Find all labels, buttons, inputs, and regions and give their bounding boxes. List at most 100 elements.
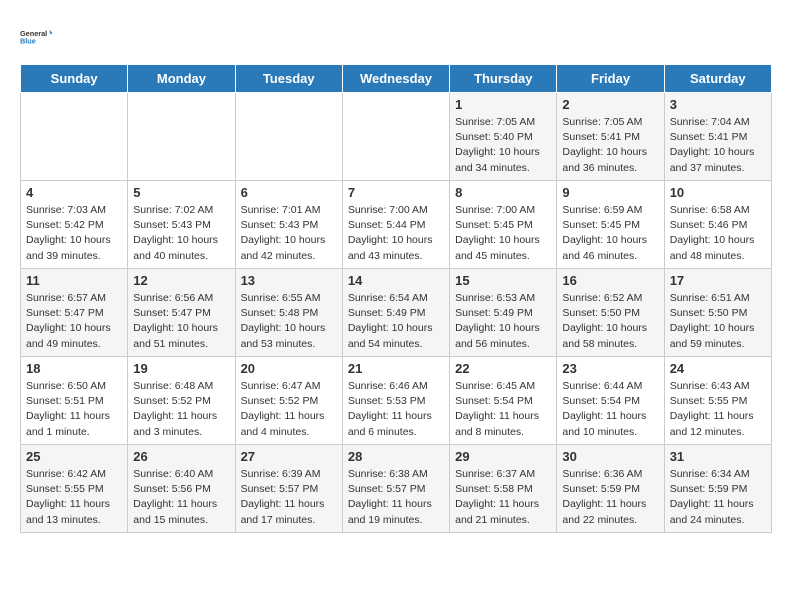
calendar-cell: 6Sunrise: 7:01 AM Sunset: 5:43 PM Daylig… [235,181,342,269]
calendar-header: SundayMondayTuesdayWednesdayThursdayFrid… [21,65,772,93]
day-info: Sunrise: 7:03 AM Sunset: 5:42 PM Dayligh… [26,203,122,264]
day-number: 13 [241,273,337,288]
day-info: Sunrise: 7:00 AM Sunset: 5:45 PM Dayligh… [455,203,551,264]
header-day: Saturday [664,65,771,93]
day-info: Sunrise: 6:36 AM Sunset: 5:59 PM Dayligh… [562,467,658,528]
day-info: Sunrise: 7:05 AM Sunset: 5:41 PM Dayligh… [562,115,658,176]
day-info: Sunrise: 7:05 AM Sunset: 5:40 PM Dayligh… [455,115,551,176]
calendar-cell: 12 Sunrise: 6:56 AM Sunset: 5:47 PM Dayli… [128,269,235,357]
day-number: 1 [455,97,551,112]
calendar-cell: 22 Sunrise: 6:45 AM Sunset: 5:54 PM Dayli… [450,357,557,445]
calendar-cell: 4 Sunrise: 7:03 AM Sunset: 5:42 PM Daylig… [21,181,128,269]
day-info: Sunrise: 7:04 AM Sunset: 5:41 PM Dayligh… [670,115,766,176]
calendar-cell: 9 Sunrise: 6:59 AM Sunset: 5:45 PM Daylig… [557,181,664,269]
day-number: 14 [348,273,444,288]
day-info: Sunrise: 6:47 AM Sunset: 5:52 PM Dayligh… [241,379,337,440]
calendar-cell: 25 Sunrise: 6:42 AM Sunset: 5:55 PM Dayli… [21,445,128,533]
day-info: Sunrise: 7:02 AM Sunset: 5:43 PM Dayligh… [133,203,229,264]
day-info: Sunrise: 6:39 AM Sunset: 5:57 PM Dayligh… [241,467,337,528]
day-number: 28 [348,449,444,464]
header-row: SundayMondayTuesdayWednesdayThursdayFrid… [21,65,772,93]
day-info: Sunrise: 6:54 AM Sunset: 5:49 PM Dayligh… [348,291,444,352]
header-day: Thursday [450,65,557,93]
calendar-cell: 3 Sunrise: 7:04 AM Sunset: 5:41 PM Daylig… [664,93,771,181]
header-day: Sunday [21,65,128,93]
day-number: 31 [670,449,766,464]
calendar-cell [21,93,128,181]
day-number: 10 [670,185,766,200]
day-number: 17 [670,273,766,288]
calendar-row: 1 Sunrise: 7:05 AM Sunset: 5:40 PM Daylig… [21,93,772,181]
day-number: 6 [241,185,337,200]
day-number: 23 [562,361,658,376]
day-number: 27 [241,449,337,464]
logo-icon: General Blue [20,20,52,56]
calendar-cell: 26 Sunrise: 6:40 AM Sunset: 5:56 PM Dayli… [128,445,235,533]
day-info: Sunrise: 6:37 AM Sunset: 5:58 PM Dayligh… [455,467,551,528]
calendar-cell: 13 Sunrise: 6:55 AM Sunset: 5:48 PM Dayli… [235,269,342,357]
calendar-cell: 14 Sunrise: 6:54 AM Sunset: 5:49 PM Dayli… [342,269,449,357]
calendar-cell: 7Sunrise: 7:00 AM Sunset: 5:44 PM Daylig… [342,181,449,269]
day-number: 24 [670,361,766,376]
day-number: 3 [670,97,766,112]
day-info: Sunrise: 6:52 AM Sunset: 5:50 PM Dayligh… [562,291,658,352]
calendar-cell [342,93,449,181]
day-info: Sunrise: 6:42 AM Sunset: 5:55 PM Dayligh… [26,467,122,528]
day-number: 4 [26,185,122,200]
calendar-cell: 5 Sunrise: 7:02 AM Sunset: 5:43 PM Daylig… [128,181,235,269]
calendar-cell: 16 Sunrise: 6:52 AM Sunset: 5:50 PM Dayli… [557,269,664,357]
day-number: 25 [26,449,122,464]
day-number: 15 [455,273,551,288]
calendar-cell: 17 Sunrise: 6:51 AM Sunset: 5:50 PM Dayli… [664,269,771,357]
day-info: Sunrise: 6:48 AM Sunset: 5:52 PM Dayligh… [133,379,229,440]
day-number: 20 [241,361,337,376]
day-info: Sunrise: 6:55 AM Sunset: 5:48 PM Dayligh… [241,291,337,352]
day-info: Sunrise: 6:34 AM Sunset: 5:59 PM Dayligh… [670,467,766,528]
day-info: Sunrise: 6:43 AM Sunset: 5:55 PM Dayligh… [670,379,766,440]
calendar-cell: 11Sunrise: 6:57 AM Sunset: 5:47 PM Dayli… [21,269,128,357]
day-number: 22 [455,361,551,376]
day-number: 12 [133,273,229,288]
calendar-cell: 20 Sunrise: 6:47 AM Sunset: 5:52 PM Dayli… [235,357,342,445]
day-number: 21 [348,361,444,376]
calendar-cell: 28 Sunrise: 6:38 AM Sunset: 5:57 PM Dayli… [342,445,449,533]
calendar-cell: 19Sunrise: 6:48 AM Sunset: 5:52 PM Dayli… [128,357,235,445]
day-info: Sunrise: 6:45 AM Sunset: 5:54 PM Dayligh… [455,379,551,440]
calendar-cell: 29 Sunrise: 6:37 AM Sunset: 5:58 PM Dayli… [450,445,557,533]
day-info: Sunrise: 6:50 AM Sunset: 5:51 PM Dayligh… [26,379,122,440]
day-number: 30 [562,449,658,464]
day-number: 29 [455,449,551,464]
day-number: 18 [26,361,122,376]
logo: General Blue [20,20,52,56]
svg-text:Blue: Blue [20,36,36,45]
day-info: Sunrise: 6:58 AM Sunset: 5:46 PM Dayligh… [670,203,766,264]
day-info: Sunrise: 6:44 AM Sunset: 5:54 PM Dayligh… [562,379,658,440]
calendar-cell: 27 Sunrise: 6:39 AM Sunset: 5:57 PM Dayli… [235,445,342,533]
calendar-cell: 23 Sunrise: 6:44 AM Sunset: 5:54 PM Dayli… [557,357,664,445]
day-info: Sunrise: 6:38 AM Sunset: 5:57 PM Dayligh… [348,467,444,528]
calendar-cell: 10 Sunrise: 6:58 AM Sunset: 5:46 PM Dayli… [664,181,771,269]
header-day: Friday [557,65,664,93]
day-info: Sunrise: 6:46 AM Sunset: 5:53 PM Dayligh… [348,379,444,440]
day-number: 16 [562,273,658,288]
calendar-cell: 18 Sunrise: 6:50 AM Sunset: 5:51 PM Dayli… [21,357,128,445]
header-day: Monday [128,65,235,93]
calendar-row: 4 Sunrise: 7:03 AM Sunset: 5:42 PM Daylig… [21,181,772,269]
calendar-cell: 2 Sunrise: 7:05 AM Sunset: 5:41 PM Daylig… [557,93,664,181]
calendar-row: 25 Sunrise: 6:42 AM Sunset: 5:55 PM Dayli… [21,445,772,533]
header-day: Tuesday [235,65,342,93]
calendar-cell: 21 Sunrise: 6:46 AM Sunset: 5:53 PM Dayli… [342,357,449,445]
day-info: Sunrise: 6:59 AM Sunset: 5:45 PM Dayligh… [562,203,658,264]
calendar-cell: 24 Sunrise: 6:43 AM Sunset: 5:55 PM Dayli… [664,357,771,445]
day-number: 26 [133,449,229,464]
calendar-row: 11Sunrise: 6:57 AM Sunset: 5:47 PM Dayli… [21,269,772,357]
day-number: 7 [348,185,444,200]
day-number: 5 [133,185,229,200]
day-info: Sunrise: 6:40 AM Sunset: 5:56 PM Dayligh… [133,467,229,528]
day-number: 9 [562,185,658,200]
day-number: 2 [562,97,658,112]
header-day: Wednesday [342,65,449,93]
header: General Blue [20,20,772,56]
day-info: Sunrise: 6:51 AM Sunset: 5:50 PM Dayligh… [670,291,766,352]
day-info: Sunrise: 6:56 AM Sunset: 5:47 PM Dayligh… [133,291,229,352]
